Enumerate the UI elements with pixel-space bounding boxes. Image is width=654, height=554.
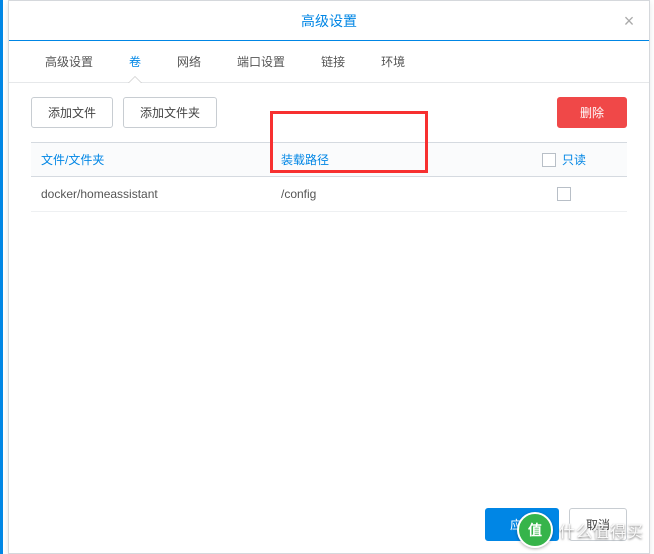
- table-header: 文件/文件夹 装载路径 只读: [31, 142, 627, 177]
- watermark: 值 什么值得买: [517, 512, 644, 548]
- readonly-header-checkbox[interactable]: [542, 153, 556, 167]
- tab-network[interactable]: 网络: [159, 41, 219, 82]
- tab-links[interactable]: 链接: [303, 41, 363, 82]
- watermark-text: 什么值得买: [559, 518, 644, 542]
- content-area: 添加文件 添加文件夹 删除 文件/文件夹 装载路径 只读 docker/home…: [9, 83, 649, 226]
- advanced-settings-modal: 高级设置 × 高级设置 卷 网络 端口设置 链接 环境 添加文件 添加文件夹 删…: [8, 0, 650, 554]
- delete-button[interactable]: 删除: [557, 97, 627, 128]
- add-file-button[interactable]: 添加文件: [31, 97, 113, 128]
- header-file[interactable]: 文件/文件夹: [31, 143, 271, 176]
- cell-path: /config: [271, 177, 501, 211]
- close-icon[interactable]: ×: [621, 13, 637, 29]
- tab-volume[interactable]: 卷: [111, 41, 159, 82]
- modal-title: 高级设置: [301, 11, 357, 31]
- tab-advanced[interactable]: 高级设置: [27, 41, 111, 82]
- header-path[interactable]: 装载路径: [271, 143, 501, 176]
- tab-port[interactable]: 端口设置: [219, 41, 303, 82]
- modal-header: 高级设置 ×: [9, 1, 649, 41]
- add-folder-button[interactable]: 添加文件夹: [123, 97, 217, 128]
- watermark-badge-icon: 值: [517, 512, 553, 548]
- toolbar: 添加文件 添加文件夹 删除: [31, 97, 627, 128]
- volume-table: 文件/文件夹 装载路径 只读 docker/homeassistant /con…: [31, 142, 627, 212]
- tab-env[interactable]: 环境: [363, 41, 423, 82]
- header-readonly[interactable]: 只读: [501, 143, 627, 176]
- cell-readonly: [501, 177, 627, 211]
- readonly-checkbox[interactable]: [557, 187, 571, 201]
- tab-bar: 高级设置 卷 网络 端口设置 链接 环境: [9, 41, 649, 83]
- cell-file: docker/homeassistant: [31, 177, 271, 211]
- table-row[interactable]: docker/homeassistant /config: [31, 177, 627, 212]
